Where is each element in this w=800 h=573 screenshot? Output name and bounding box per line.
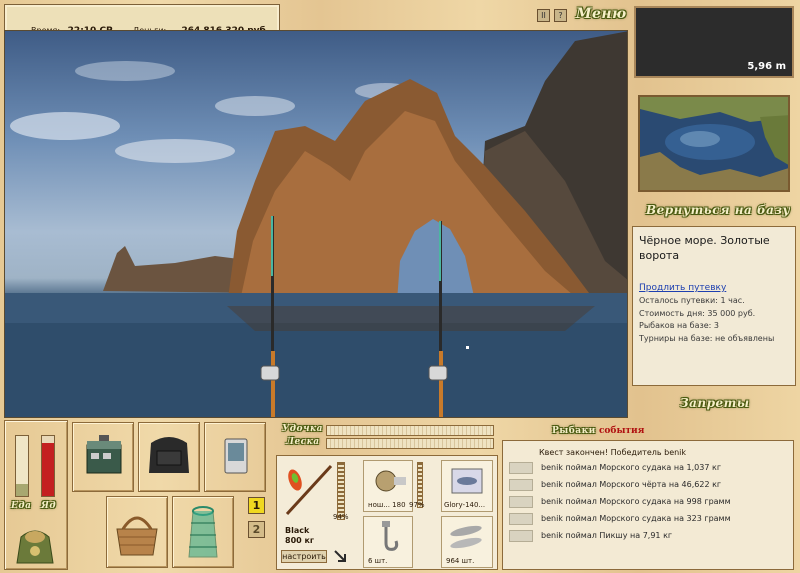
log-entry: benik поймал Морского судака на 323 грам… (509, 511, 789, 528)
rod-label: Удочка (282, 424, 323, 434)
bait-slot[interactable]: 964 шт. (441, 516, 493, 568)
fishing-scene[interactable] (4, 30, 628, 418)
log-entry: benik поймал Морского судака на 998 грам… (509, 494, 789, 511)
events-tab[interactable]: события (599, 426, 644, 436)
fish-icon (509, 479, 533, 491)
help-button[interactable]: ? (554, 9, 567, 22)
rod-wear-bar (337, 462, 345, 520)
tackle-box-icon (86, 435, 122, 474)
bag-icon[interactable] (13, 523, 57, 567)
rod-slot-2-button[interactable]: 2 (248, 521, 265, 538)
fish-finder-icon (224, 438, 248, 474)
tournaments-info: Турниры на базе: не объявлены (639, 333, 775, 343)
log-entry: benik поймал Пикшу на 7,91 кг (509, 528, 789, 545)
depth-indicator: 5,96 m (634, 6, 794, 78)
events-log: Квест закончен! Победитель benik benik п… (502, 440, 794, 570)
bait-label: Яд (41, 501, 57, 511)
rod-weight: 800 кг (285, 536, 315, 545)
backpack-icon (149, 437, 189, 473)
location-details: Осталось путевки: 1 час. Стоимость дня: … (639, 295, 789, 345)
log-entry: benik поймал Морского судака на 1,037 кг (509, 460, 789, 477)
reel-icon (375, 470, 406, 492)
food-gauge (15, 435, 29, 497)
fish-bait-icon (450, 525, 482, 549)
bait-gauge (41, 435, 55, 497)
log-header[interactable]: Рыбаки события (552, 426, 644, 436)
extend-trip-link[interactable]: Продлить путевку (639, 283, 789, 293)
food-label: Еда (11, 501, 32, 511)
log-entry: benik поймал Морского чёрта на 46,622 кг (509, 477, 789, 494)
status-gauges: Еда Яд (4, 420, 68, 570)
reel-slot[interactable]: нош... 180 (363, 460, 413, 512)
line-spec: нош... 180 (368, 501, 406, 509)
location-name: Чёрное море. Золотые ворота (639, 234, 770, 262)
device-slot[interactable] (204, 422, 266, 492)
scene-art (5, 31, 627, 417)
keepnet-slot[interactable] (172, 496, 234, 568)
food-basket-slot[interactable] (106, 496, 168, 568)
depth-value: 5,96 m (747, 61, 786, 72)
fishers-count: Рыбаков на базе: 3 (639, 321, 719, 330)
trip-remaining: Осталось путевки: 1 час. (639, 296, 745, 305)
fishers-tab[interactable]: Рыбаки (552, 426, 596, 436)
arrow-icon (334, 550, 346, 562)
quest-message: Квест закончен! Победитель benik (539, 448, 687, 457)
location-info-panel: Чёрное море. Золотые ворота Продлить пут… (632, 226, 796, 386)
fish-icon (509, 462, 533, 474)
backpack-slot[interactable] (138, 422, 200, 492)
lure-name: Glory-140... (444, 501, 486, 509)
pause-icon[interactable]: II (537, 9, 550, 22)
rod-name: Black (285, 526, 310, 535)
line-tension-bar (326, 438, 494, 449)
back-to-base-button[interactable]: Вернуться на базу (646, 203, 790, 217)
bait-count: 964 шт. (446, 557, 475, 565)
basket-icon (116, 516, 158, 556)
rod-tension-bar (326, 425, 494, 436)
rod-icon[interactable] (281, 460, 337, 522)
line-label: Леска (286, 437, 320, 447)
hook-count: 6 шт. (368, 557, 388, 565)
fish-icon (509, 530, 533, 542)
hook-icon (382, 521, 399, 551)
rod-percent: 94% (333, 513, 349, 521)
setup-button[interactable]: настроить (281, 550, 327, 563)
fish-icon (509, 496, 533, 508)
keepnet-icon (188, 506, 218, 558)
lure-slot[interactable]: Glory-140... (441, 460, 493, 512)
map-image (640, 97, 788, 190)
rod-slot-1-button[interactable]: 1 (248, 497, 265, 514)
lure-icon (451, 468, 483, 494)
reel-percent: 97% (409, 501, 425, 509)
day-cost: Стоимость дня: 35 000 руб. (639, 308, 756, 318)
tackle-panel: 94% Black 800 кг настроить нош... 180 97… (276, 455, 498, 570)
tackle-box-slot[interactable] (72, 422, 134, 492)
bans-button[interactable]: Запреты (680, 396, 750, 410)
fish-icon (509, 513, 533, 525)
location-map[interactable] (638, 95, 790, 192)
menu-button[interactable]: Меню (576, 6, 627, 22)
hook-slot[interactable]: 6 шт. (363, 516, 413, 568)
